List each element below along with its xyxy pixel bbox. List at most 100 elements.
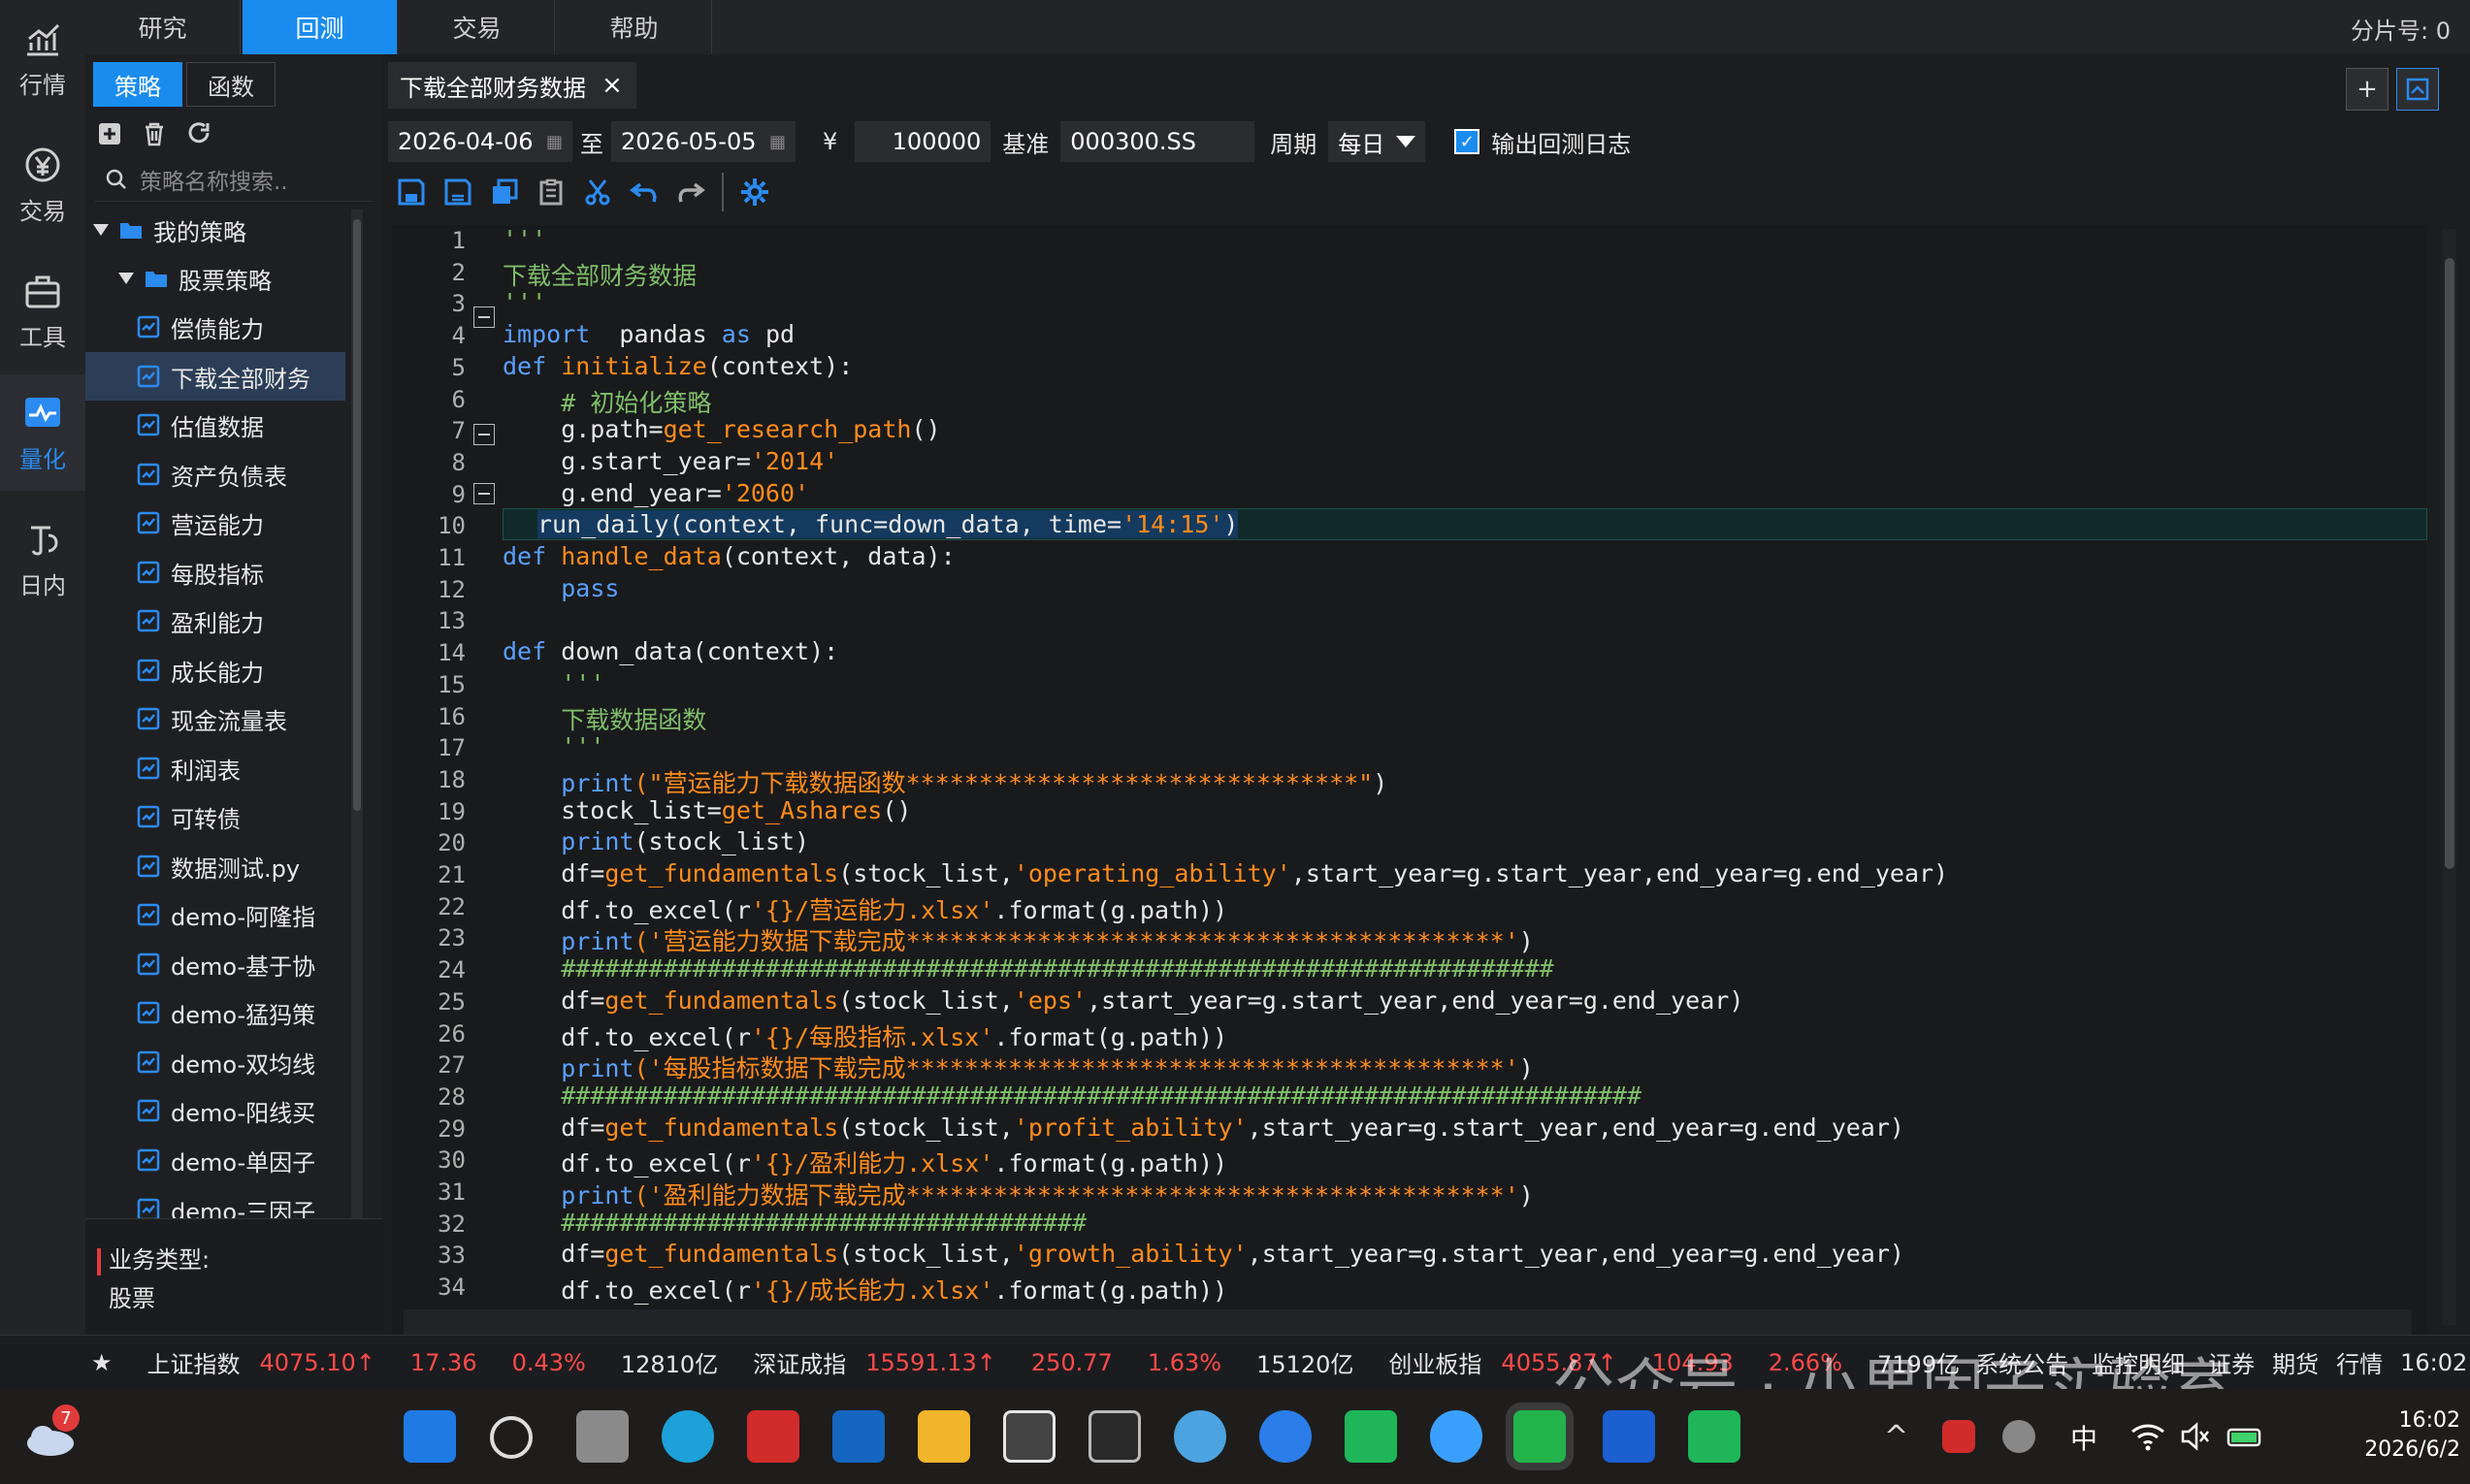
store-icon[interactable] (1003, 1410, 1056, 1463)
wifi-icon[interactable] (2130, 1422, 2165, 1451)
code-line[interactable]: ''' (503, 669, 604, 697)
rail-trade[interactable]: 交易 (0, 126, 85, 242)
code-line[interactable]: df.to_excel(r'{}/成长能力.xlsx'.format(g.pat… (503, 1272, 1227, 1307)
tree-item[interactable]: 下载全部财务 (85, 352, 345, 401)
period-select[interactable]: 每日 (1328, 121, 1426, 162)
fold-toggle-icon[interactable] (473, 306, 495, 328)
code-line[interactable]: ''' (503, 288, 546, 316)
code-line[interactable]: 下载数据函数 (503, 701, 706, 736)
capital-field[interactable]: 100000 (855, 121, 991, 162)
tree-root[interactable]: 我的策略 (85, 206, 345, 254)
tree-item[interactable]: 估值数据 (85, 401, 345, 449)
ptrade-icon[interactable] (1603, 1410, 1655, 1463)
undo-icon[interactable] (629, 177, 660, 208)
menu-research[interactable]: 研究 (85, 0, 241, 54)
outlook-icon[interactable] (832, 1410, 885, 1463)
tray-cloud-icon[interactable] (2002, 1420, 2035, 1453)
tree-item[interactable]: demo-阿隆指 (85, 890, 345, 939)
edge-icon[interactable] (662, 1410, 714, 1463)
calendar-icon[interactable]: ▦ (546, 132, 563, 152)
cy-name[interactable]: 创业板指 (1388, 1345, 1481, 1379)
code-line[interactable]: pass (503, 574, 619, 602)
code-line[interactable]: print('每股指标数据下载完成***********************… (503, 1049, 1534, 1084)
tree-item[interactable]: 成长能力 (85, 646, 345, 694)
code-line[interactable]: print(stock_list) (503, 827, 809, 855)
tab-functions[interactable]: 函数 (186, 62, 276, 107)
code-line[interactable]: stock_list=get_Ashares() (503, 796, 911, 824)
code-line[interactable]: ''' (503, 732, 604, 760)
expand-icon[interactable] (93, 224, 109, 236)
tree-item[interactable]: demo-猛犸策 (85, 988, 345, 1037)
tree-item[interactable]: 营运能力 (85, 499, 345, 547)
code-line[interactable]: def handle_data(context, data): (503, 542, 956, 570)
start-date-field[interactable]: 2026-04-06 ▦ (388, 121, 572, 162)
code-line[interactable]: g.path=get_research_path() (503, 415, 940, 443)
code-line[interactable]: df=get_fundamentals(stock_list,'profit_a… (503, 1113, 1904, 1142)
tree-scrollbar[interactable] (351, 210, 363, 1257)
tree-item[interactable]: demo-阳线买 (85, 1086, 345, 1135)
tree-item[interactable]: 现金流量表 (85, 694, 345, 743)
code-line[interactable]: df.to_excel(r'{}/营运能力.xlsx'.format(g.pat… (503, 891, 1227, 926)
code-line[interactable]: df=get_fundamentals(stock_list,'eps',sta… (503, 986, 1743, 1015)
code-line[interactable]: import pandas as pd (503, 320, 795, 348)
save-as-icon[interactable] (442, 177, 473, 208)
code-line[interactable]: def initialize(context): (503, 352, 853, 380)
code-line[interactable]: df=get_fundamentals(stock_list,'growth_a… (503, 1240, 1904, 1268)
message-icon[interactable] (1688, 1410, 1740, 1463)
paste-icon[interactable] (536, 177, 567, 208)
ime-indicator[interactable]: 中 (2070, 1418, 2097, 1457)
save-icon[interactable] (396, 177, 427, 208)
code-line[interactable]: df=get_fundamentals(stock_list,'operatin… (503, 859, 1948, 887)
add-icon[interactable] (95, 119, 124, 148)
trash-icon[interactable] (140, 119, 169, 148)
gear-icon[interactable] (739, 177, 770, 208)
layout-button[interactable] (2396, 68, 2439, 111)
cube-app-icon[interactable] (1089, 1410, 1141, 1463)
tree-item[interactable]: demo-单因子 (85, 1136, 345, 1184)
tree-item[interactable]: demo-基于协 (85, 940, 345, 988)
code-line[interactable]: ########################################… (503, 954, 1554, 983)
fold-toggle-icon[interactable] (473, 424, 495, 445)
code-line[interactable]: df.to_excel(r'{}/盈利能力.xlsx'.format(g.pat… (503, 1145, 1227, 1179)
search-icon[interactable] (490, 1416, 533, 1459)
tree-item[interactable]: 利润表 (85, 744, 345, 792)
editor-hscrollbar[interactable] (404, 1309, 2412, 1335)
mute-icon[interactable] (2179, 1422, 2212, 1451)
rail-intraday[interactable]: 日内 (0, 500, 85, 617)
code-line[interactable]: 下载全部财务数据 (503, 257, 697, 292)
file-explorer-icon[interactable] (918, 1410, 970, 1463)
code-line[interactable]: g.start_year='2014' (503, 447, 838, 475)
code-line[interactable]: #################################### (503, 1209, 1087, 1237)
code-line[interactable]: ########################################… (503, 1081, 1641, 1110)
tree-item[interactable]: 盈利能力 (85, 597, 345, 645)
paint-icon[interactable] (1174, 1410, 1226, 1463)
shopping-icon[interactable] (1345, 1410, 1397, 1463)
tray-chevron-icon[interactable]: ^ (1884, 1420, 1908, 1454)
menu-trade[interactable]: 交易 (400, 0, 555, 54)
task-view-icon[interactable] (576, 1410, 629, 1463)
tree-item[interactable]: 数据测试.py (85, 842, 345, 890)
file-tab[interactable]: 下载全部财务数据 × (388, 62, 636, 109)
code-line[interactable]: print("营运能力下载数据函数***********************… (503, 764, 1387, 799)
refresh-icon[interactable] (184, 119, 213, 148)
add-tab-button[interactable]: + (2346, 68, 2389, 111)
sz-name[interactable]: 深证成指 (753, 1345, 846, 1379)
pin-icon[interactable]: ★ (91, 1349, 113, 1376)
code-line[interactable]: # 初始化策略 (503, 384, 711, 419)
start-icon[interactable] (404, 1410, 456, 1463)
code-line[interactable]: run_daily(context, func=down_data, time=… (537, 510, 1239, 539)
menu-help[interactable]: 帮助 (557, 0, 712, 54)
code-line[interactable]: print('营运能力数据下载完成***********************… (503, 922, 1534, 957)
menu-backtest[interactable]: 回测 (243, 0, 398, 54)
tree-item[interactable]: 每股指标 (85, 548, 345, 597)
tree-item[interactable]: 可转债 (85, 792, 345, 841)
code-line[interactable]: print('盈利能力数据下载完成***********************… (503, 1177, 1534, 1211)
fold-toggle-icon[interactable] (473, 483, 495, 504)
cut-icon[interactable] (582, 177, 613, 208)
tree-item[interactable]: 偿债能力 (85, 303, 345, 351)
code-line[interactable]: g.end_year='2060' (503, 479, 809, 507)
close-icon[interactable]: × (601, 71, 623, 100)
editor-vscrollbar[interactable] (2443, 229, 2456, 1325)
weather-widget[interactable]: 7 (21, 1404, 80, 1459)
system-clock[interactable]: 16:02 2026/6/2 (2364, 1406, 2460, 1465)
